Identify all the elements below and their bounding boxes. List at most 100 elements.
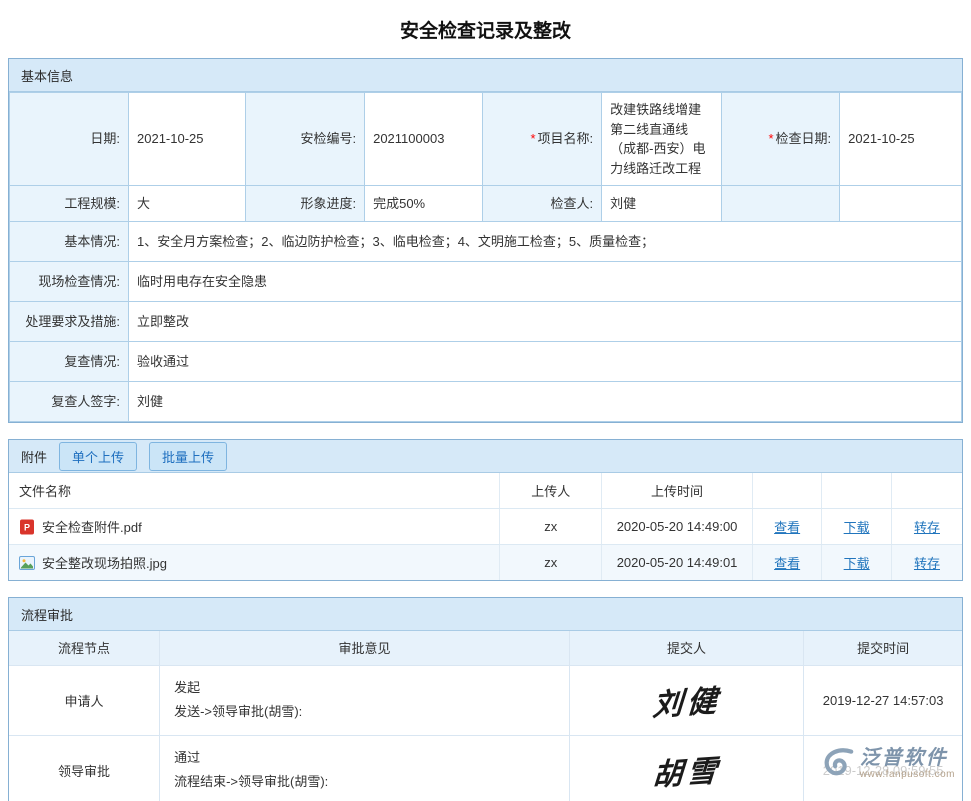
basic-situation-label: 基本情况: <box>10 222 129 262</box>
check-date-label: *检查日期: <box>722 93 840 186</box>
view-cell: 查看 <box>752 545 822 581</box>
submitter-cell: 胡雪 <box>569 735 803 801</box>
inspector-label: 检查人: <box>483 186 602 222</box>
submitter-cell: 刘健 <box>569 665 803 735</box>
opinion-column-header: 审批意见 <box>160 631 570 665</box>
empty-value-cell <box>840 186 962 222</box>
batch-upload-button[interactable]: 批量上传 <box>149 442 227 471</box>
opinion-route: 发送->领导审批(胡雪): <box>174 700 555 724</box>
approval-section-header: 流程审批 <box>9 598 962 631</box>
upload-time-column-header: 上传时间 <box>602 473 753 509</box>
upload-time-cell: 2020-05-20 14:49:01 <box>602 545 753 581</box>
basic-info-section-title: 基本信息 <box>21 66 73 85</box>
submitter-column-header: 提交人 <box>569 631 803 665</box>
review-sign-label: 复查人签字: <box>10 382 129 422</box>
review-row: 复查情况: 验收通过 <box>10 342 962 382</box>
handling-value: 立即整改 <box>129 302 962 342</box>
opinion-cell: 通过 流程结束->领导审批(胡雪): <box>160 735 570 801</box>
view-cell: 查看 <box>752 509 822 545</box>
handling-label: 处理要求及措施: <box>10 302 129 342</box>
view-link[interactable]: 查看 <box>774 520 800 535</box>
required-mark: * <box>530 131 535 146</box>
download-link[interactable]: 下载 <box>844 556 870 571</box>
image-file-icon <box>19 555 35 571</box>
approval-section-title: 流程审批 <box>21 605 73 624</box>
site-check-value: 临时用电存在安全隐患 <box>129 262 962 302</box>
attachment-row: P 安全检查附件.pdf zx 2020-05-20 14:49:00 查看 下… <box>9 509 962 545</box>
page-title: 安全检查记录及整改 <box>8 8 963 58</box>
save-cell: 转存 <box>891 509 962 545</box>
attachments-section-header: 附件 单个上传 批量上传 <box>9 440 962 473</box>
fanpu-logo-icon <box>820 746 856 781</box>
file-name-text: 安全整改现场拍照.jpg <box>42 553 167 572</box>
review-sign-row: 复查人签字: 刘健 <box>10 382 962 422</box>
basic-situation-row: 基本情况: 1、安全月方案检查；2、临边防护检查；3、临电检查；4、文明施工检查… <box>10 222 962 262</box>
inspector-value: 刘健 <box>602 186 722 222</box>
inspection-no-value: 2021100003 <box>365 93 483 186</box>
file-name-column-header: 文件名称 <box>9 473 500 509</box>
approval-row: 申请人 发起 发送->领导审批(胡雪): 刘健 2019-12-27 14:57… <box>9 665 962 735</box>
pdf-file-icon: P <box>19 519 35 535</box>
node-column-header: 流程节点 <box>9 631 160 665</box>
download-link[interactable]: 下载 <box>844 520 870 535</box>
upload-time-cell: 2020-05-20 14:49:00 <box>602 509 753 545</box>
basic-info-row-1: 日期: 2021-10-25 安检编号: 2021100003 *项目名称: 改… <box>10 93 962 186</box>
fanpu-url-text: www.fanpusoft.com <box>860 769 955 780</box>
basic-situation-value: 1、安全月方案检查；2、临边防护检查；3、临电检查；4、文明施工检查；5、质量检… <box>129 222 962 262</box>
fanpu-brand-text: 泛普软件 <box>860 747 955 769</box>
fanpu-watermark: 泛普软件 www.fanpusoft.com <box>816 744 959 783</box>
actions-column-header <box>752 473 822 509</box>
single-upload-button[interactable]: 单个上传 <box>59 442 137 471</box>
download-cell: 下载 <box>822 509 892 545</box>
opinion-action: 通过 <box>174 746 555 770</box>
uploader-cell: zx <box>500 509 602 545</box>
progress-label: 形象进度: <box>246 186 365 222</box>
review-sign-value: 刘健 <box>129 382 962 422</box>
basic-info-section: 基本信息 日期: 2021-10-25 安检编号: 2021100003 *项目… <box>8 58 963 423</box>
time-column-header: 提交时间 <box>804 631 962 665</box>
attachments-header-row: 文件名称 上传人 上传时间 <box>9 473 962 509</box>
submitter-signature: 胡雪 <box>651 746 722 795</box>
view-link[interactable]: 查看 <box>774 556 800 571</box>
opinion-action: 发起 <box>174 676 555 700</box>
attachments-section-title: 附件 <box>21 447 47 466</box>
date-label: 日期: <box>10 93 129 186</box>
node-cell: 领导审批 <box>9 735 160 801</box>
safety-inspection-page: 安全检查记录及整改 基本信息 日期: 2021-10-25 安检编号: 2021… <box>0 0 971 801</box>
opinion-route: 流程结束->领导审批(胡雪): <box>174 770 555 794</box>
save-as-link[interactable]: 转存 <box>914 520 940 535</box>
empty-label-cell <box>722 186 840 222</box>
submit-time-cell: 2019-12-27 14:57:03 <box>804 665 962 735</box>
svg-text:P: P <box>24 522 30 532</box>
actions-column-header <box>891 473 962 509</box>
inspection-no-label: 安检编号: <box>246 93 365 186</box>
attachments-section: 附件 单个上传 批量上传 文件名称 上传人 上传时间 <box>8 439 963 581</box>
basic-info-table: 日期: 2021-10-25 安检编号: 2021100003 *项目名称: 改… <box>9 92 962 422</box>
download-cell: 下载 <box>822 545 892 581</box>
project-name-label: *项目名称: <box>483 93 602 186</box>
node-cell: 申请人 <box>9 665 160 735</box>
uploader-column-header: 上传人 <box>500 473 602 509</box>
basic-info-section-header: 基本信息 <box>9 59 962 92</box>
scale-value: 大 <box>129 186 246 222</box>
review-value: 验收通过 <box>129 342 962 382</box>
check-date-value: 2021-10-25 <box>840 93 962 186</box>
save-cell: 转存 <box>891 545 962 581</box>
progress-value: 完成50% <box>365 186 483 222</box>
file-name-cell: P 安全检查附件.pdf <box>9 509 500 545</box>
required-mark: * <box>768 131 773 146</box>
file-name-text: 安全检查附件.pdf <box>42 517 142 536</box>
approval-header-row: 流程节点 审批意见 提交人 提交时间 <box>9 631 962 665</box>
project-name-value: 改建铁路线增建第二线直通线（成都-西安）电力线路迁改工程 <box>602 93 722 186</box>
review-label: 复查情况: <box>10 342 129 382</box>
save-as-link[interactable]: 转存 <box>914 556 940 571</box>
site-check-label: 现场检查情况: <box>10 262 129 302</box>
scale-label: 工程规模: <box>10 186 129 222</box>
attachments-table: 文件名称 上传人 上传时间 P 安全检查附件.pdf <box>9 473 962 580</box>
site-check-row: 现场检查情况: 临时用电存在安全隐患 <box>10 262 962 302</box>
uploader-cell: zx <box>500 545 602 581</box>
basic-info-row-2: 工程规模: 大 形象进度: 完成50% 检查人: 刘健 <box>10 186 962 222</box>
opinion-cell: 发起 发送->领导审批(胡雪): <box>160 665 570 735</box>
date-value: 2021-10-25 <box>129 93 246 186</box>
submitter-signature: 刘健 <box>651 675 722 724</box>
